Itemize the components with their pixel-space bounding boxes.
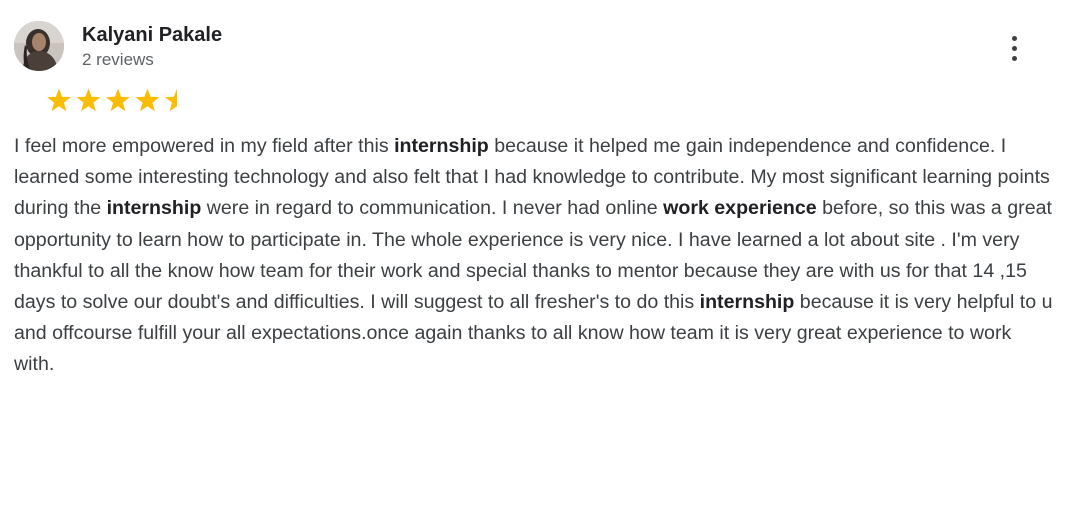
review-text-segment: were in regard to communication. I never… (201, 197, 664, 220)
more-vert-icon-dot (1011, 55, 1017, 61)
star-full-icon (106, 88, 130, 112)
highlighted-keyword: internship (394, 135, 489, 157)
review-text-segment: I feel more empowered in my field after … (14, 135, 395, 157)
more-vert-icon-dot (1011, 45, 1017, 51)
star-full-icon (135, 88, 160, 112)
review-card: Kalyani Pakale 2 reviews I feel more emp… (0, 0, 1069, 512)
reviewer-avatar[interactable] (14, 21, 64, 71)
star-full-icon (47, 88, 71, 112)
highlighted-keyword: internship (106, 197, 202, 220)
review-text: I feel more empowered in my field after … (14, 131, 1054, 381)
star-rating (47, 88, 177, 112)
review-count: 2 reviews (82, 50, 154, 69)
highlighted-keyword: internship (699, 291, 795, 314)
reviewer-name[interactable]: Kalyani Pakale (82, 22, 222, 48)
highlighted-keyword: work experience (663, 197, 817, 220)
user-photo-icon (14, 21, 64, 71)
star-full-icon (76, 88, 101, 112)
more-options-button[interactable] (998, 31, 1030, 65)
more-vert-icon-dot (1011, 35, 1017, 41)
star-half-icon (165, 88, 177, 112)
